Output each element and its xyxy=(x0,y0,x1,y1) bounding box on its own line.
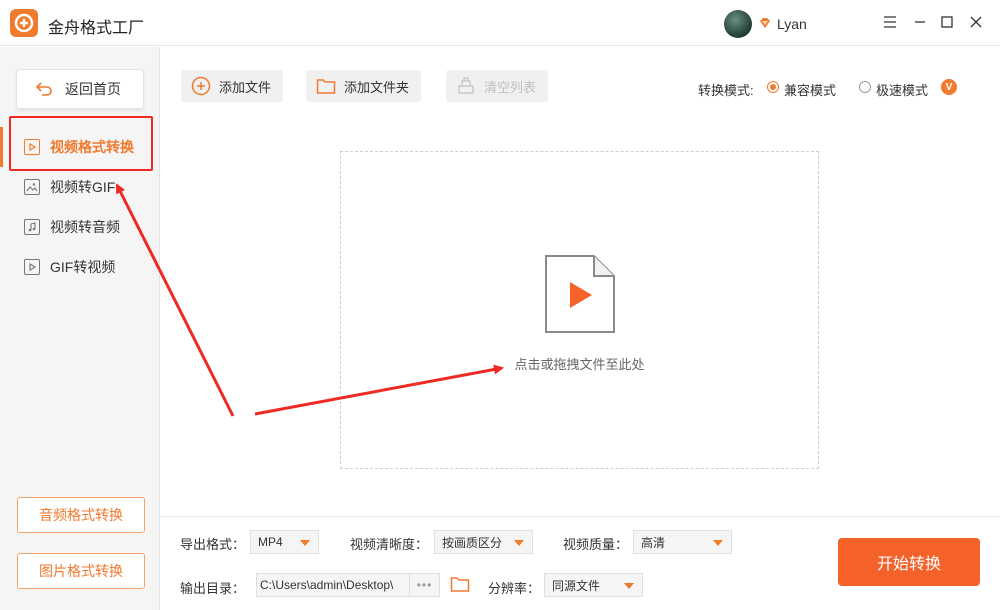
audio-file-icon xyxy=(24,219,40,235)
export-format-label: 导出格式： xyxy=(180,537,246,552)
clarity-value: 按画质区分 xyxy=(442,535,503,550)
resolution-value: 同源文件 xyxy=(552,578,601,593)
vip-badge-icon: V xyxy=(941,79,957,95)
quality-value: 高清 xyxy=(641,535,666,550)
add-circle-icon xyxy=(191,76,211,96)
vip-diamond-icon xyxy=(760,18,770,28)
sidebar-item-label: 视频转音频 xyxy=(50,219,120,235)
fast-mode-label[interactable]: 极速模式 xyxy=(876,80,928,99)
minimize-icon[interactable] xyxy=(910,12,930,32)
export-format-select[interactable]: MP4 xyxy=(250,530,319,554)
quality-label: 视频质量： xyxy=(563,537,629,552)
image-format-button[interactable]: 图片格式转换 xyxy=(17,553,145,589)
chevron-down-icon xyxy=(514,540,524,546)
output-path-field[interactable]: C:\Users\admin\Desktop\ ••• xyxy=(256,573,440,597)
sidebar-item-label: GIF转视频 xyxy=(50,259,116,275)
back-home-button[interactable]: 返回首页 xyxy=(16,69,144,109)
chevron-down-icon xyxy=(713,540,723,546)
resolution-select[interactable]: 同源文件 xyxy=(544,573,643,597)
sidebar-item-video-to-gif[interactable]: 视频转GIF xyxy=(0,168,160,206)
image-file-icon xyxy=(24,179,40,195)
clear-list-label: 清空列表 xyxy=(484,79,537,95)
start-convert-button[interactable]: 开始转换 xyxy=(838,538,980,586)
back-home-label: 返回首页 xyxy=(65,81,121,97)
back-arrow-icon xyxy=(35,82,52,96)
title-bar: 金舟格式工厂 Lyan xyxy=(0,0,1000,46)
annotation-highlight-box xyxy=(9,116,153,171)
username[interactable]: Lyan xyxy=(777,16,807,32)
clarity-select[interactable]: 按画质区分 xyxy=(434,530,533,554)
add-folder-label: 添加文件夹 xyxy=(344,79,410,95)
output-dir-label: 输出目录： xyxy=(180,581,246,596)
add-folder-button[interactable]: 添加文件夹 xyxy=(306,70,422,102)
clarity-label: 视频清晰度： xyxy=(350,537,429,552)
fast-mode-radio[interactable] xyxy=(859,81,871,93)
maximize-icon[interactable] xyxy=(937,12,957,32)
audio-format-button[interactable]: 音频格式转换 xyxy=(17,497,145,533)
add-file-label: 添加文件 xyxy=(219,79,272,95)
folder-icon xyxy=(316,79,336,94)
chevron-down-icon xyxy=(300,540,310,546)
compat-mode-label[interactable]: 兼容模式 xyxy=(784,80,836,99)
video-file-icon xyxy=(24,259,40,275)
browse-button[interactable]: ••• xyxy=(409,574,439,596)
clear-list-button[interactable]: 清空列表 xyxy=(446,70,549,102)
chevron-down-icon xyxy=(624,583,634,589)
open-folder-icon[interactable] xyxy=(450,575,470,593)
app-logo-icon xyxy=(10,9,38,37)
user-avatar[interactable] xyxy=(724,10,752,38)
export-format-value: MP4 xyxy=(258,535,283,549)
quality-select[interactable]: 高清 xyxy=(633,530,732,554)
menu-icon[interactable] xyxy=(880,12,900,32)
add-file-button[interactable]: 添加文件 xyxy=(181,70,284,102)
drop-hint-text: 点击或拖拽文件至此处 xyxy=(514,357,645,372)
broom-icon xyxy=(458,77,474,94)
close-icon[interactable] xyxy=(966,12,986,32)
video-file-icon xyxy=(545,255,615,333)
app-title: 金舟格式工厂 xyxy=(48,20,145,37)
resolution-label: 分辨率： xyxy=(488,581,541,596)
sidebar-item-gif-to-video[interactable]: GIF转视频 xyxy=(0,248,160,286)
sidebar-item-label: 视频转GIF xyxy=(50,179,116,195)
compat-mode-radio[interactable] xyxy=(767,81,779,93)
sidebar-item-video-to-audio[interactable]: 视频转音频 xyxy=(0,208,160,246)
output-path-value: C:\Users\admin\Desktop\ xyxy=(260,578,394,592)
convert-mode-label: 转换模式: xyxy=(698,83,754,98)
